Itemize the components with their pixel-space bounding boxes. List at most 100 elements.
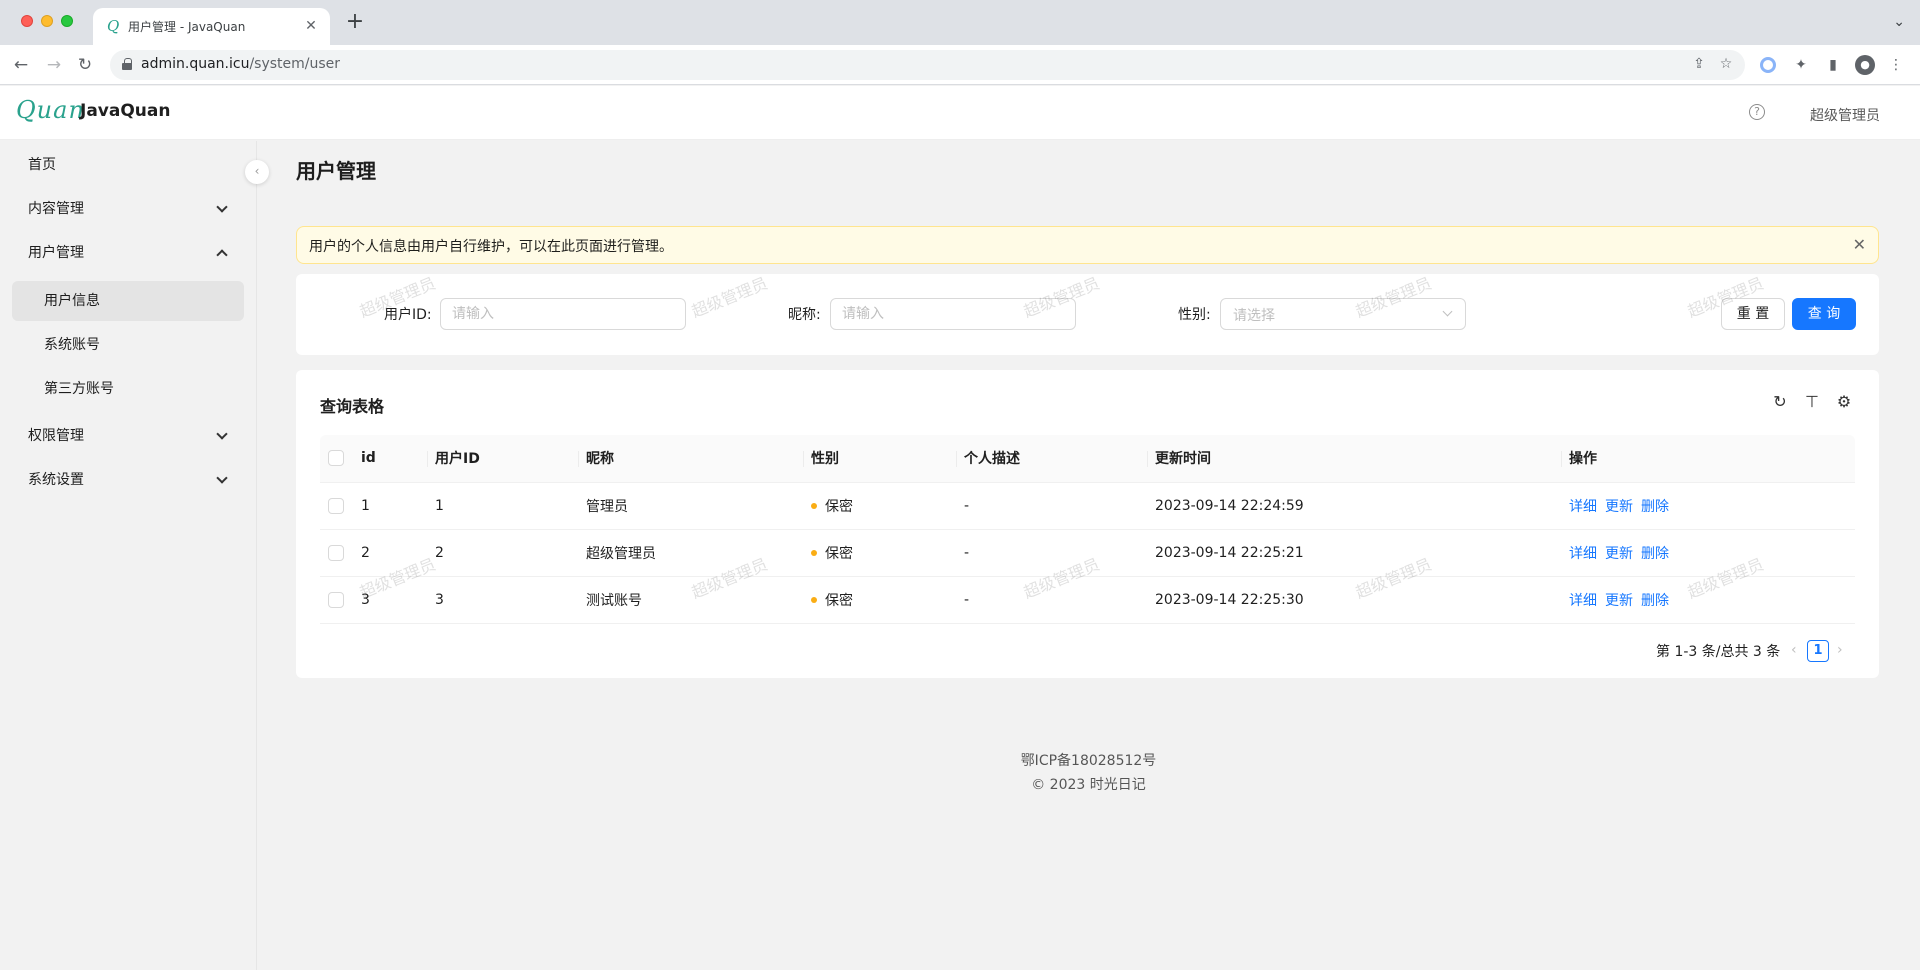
update-link[interactable]: 更新 bbox=[1605, 546, 1633, 562]
sidebar-item-content[interactable]: 内容管理 bbox=[12, 189, 244, 229]
cell-id: 3 bbox=[353, 576, 427, 624]
column-header-updated[interactable]: 更新时间 bbox=[1147, 435, 1561, 483]
reload-icon[interactable]: ↻ bbox=[74, 54, 96, 76]
tab-title: 用户管理 - JavaQuan bbox=[128, 20, 246, 34]
page-number-button[interactable]: 1 bbox=[1807, 640, 1829, 662]
maximize-window-button[interactable] bbox=[61, 15, 73, 27]
cell-gender: 保密 bbox=[803, 529, 956, 577]
detail-link[interactable]: 详细 bbox=[1569, 546, 1597, 562]
column-header-nickname[interactable]: 昵称 bbox=[578, 435, 803, 483]
alert-message: 用户的个人信息由用户自行维护，可以在此页面进行管理。 bbox=[309, 239, 673, 255]
browser-tab[interactable]: Q 用户管理 - JavaQuan ✕ bbox=[93, 8, 330, 45]
row-select-cell bbox=[320, 576, 353, 624]
sidebar-item-permissions[interactable]: 权限管理 bbox=[12, 416, 244, 456]
close-icon[interactable]: ✕ bbox=[1853, 235, 1866, 255]
cell-actions: 详细 更新 删除 bbox=[1561, 576, 1855, 624]
cell-actions: 详细 更新 删除 bbox=[1561, 529, 1855, 577]
profile-icon[interactable]: ● bbox=[1855, 55, 1875, 75]
update-link[interactable]: 更新 bbox=[1605, 593, 1633, 609]
sidebar-item-users[interactable]: 用户管理 bbox=[12, 233, 244, 273]
browser-tabbar: Q 用户管理 - JavaQuan ✕ + ⌄ bbox=[0, 0, 1920, 45]
close-window-button[interactable] bbox=[21, 15, 33, 27]
forward-icon[interactable]: → bbox=[43, 54, 65, 76]
row-checkbox[interactable] bbox=[328, 497, 344, 514]
row-checkbox[interactable] bbox=[328, 544, 344, 561]
sidebar-item-system-accounts[interactable]: 系统账号 bbox=[12, 325, 244, 365]
settings-icon[interactable]: ⚙ bbox=[1834, 392, 1854, 412]
cell-gender: 保密 bbox=[803, 482, 956, 530]
detail-link[interactable]: 详细 bbox=[1569, 593, 1597, 609]
chevron-down-icon bbox=[216, 460, 228, 500]
sidebar-item-home[interactable]: 首页 bbox=[12, 145, 244, 185]
select-all-checkbox[interactable] bbox=[328, 450, 344, 467]
icp-link[interactable]: 鄂ICP备18028512号 bbox=[1021, 753, 1157, 769]
logo[interactable]: Quan bbox=[16, 96, 85, 124]
cell-updated: 2023-09-14 22:25:30 bbox=[1147, 576, 1561, 624]
tab-search-icon[interactable]: ⌄ bbox=[1893, 14, 1905, 30]
column-header-gender[interactable]: 性别 bbox=[803, 435, 956, 483]
favicon-icon: Q bbox=[107, 17, 120, 35]
share-icon[interactable]: ⇪ bbox=[1690, 56, 1708, 72]
sidebar-item-third-party-accounts[interactable]: 第三方账号 bbox=[12, 369, 244, 409]
extension-icon[interactable] bbox=[1760, 57, 1776, 73]
star-icon[interactable]: ☆ bbox=[1717, 56, 1735, 72]
browser-toolbar: ← → ↻ admin.quan.icu/system/user ⇪ ☆ ✦ ▮… bbox=[0, 45, 1920, 85]
status-dot-icon bbox=[811, 502, 817, 509]
delete-link[interactable]: 删除 bbox=[1641, 593, 1669, 609]
column-header-id[interactable]: id bbox=[353, 435, 427, 483]
url-text[interactable]: admin.quan.icu/system/user bbox=[141, 56, 340, 72]
gender-select[interactable]: 请选择 bbox=[1220, 298, 1466, 330]
reload-table-icon[interactable]: ↻ bbox=[1770, 392, 1790, 412]
density-icon[interactable]: ⊤ bbox=[1802, 392, 1822, 412]
footer-icp: 鄂ICP备18028512号 bbox=[0, 750, 1920, 770]
detail-link[interactable]: 详细 bbox=[1569, 499, 1597, 515]
cell-nickname: 测试账号 bbox=[578, 576, 803, 624]
cell-description: - bbox=[956, 576, 1147, 624]
sidebar-item-user-info[interactable]: 用户信息 bbox=[12, 281, 244, 321]
search-form: 用户ID: 昵称: 性别: 请选择 重 置 查 询 bbox=[296, 274, 1879, 355]
app-name[interactable]: JavaQuan bbox=[80, 101, 170, 121]
nickname-input[interactable] bbox=[830, 298, 1076, 330]
update-link[interactable]: 更新 bbox=[1605, 499, 1633, 515]
minimize-window-button[interactable] bbox=[41, 15, 53, 27]
cell-id: 1 bbox=[353, 482, 427, 530]
table-header-row: id 用户ID 昵称 性别 个人描述 更新时间 操作 bbox=[320, 435, 1855, 483]
delete-link[interactable]: 删除 bbox=[1641, 499, 1669, 515]
help-icon[interactable]: ? bbox=[1749, 104, 1765, 120]
cell-nickname: 超级管理员 bbox=[578, 529, 803, 577]
new-tab-button[interactable]: + bbox=[344, 11, 366, 33]
collapse-sidebar-button[interactable]: ‹ bbox=[245, 160, 269, 184]
tab-close-icon[interactable]: ✕ bbox=[302, 17, 320, 35]
user-id-label: 用户ID: bbox=[384, 307, 432, 323]
user-id-input[interactable] bbox=[440, 298, 686, 330]
back-icon[interactable]: ← bbox=[10, 54, 32, 76]
footer-copyright: © 2023 时光日记 bbox=[1031, 777, 1146, 793]
next-page-icon[interactable]: › bbox=[1837, 642, 1843, 658]
sidepanel-icon[interactable]: ▮ bbox=[1823, 55, 1843, 75]
cell-gender: 保密 bbox=[803, 576, 956, 624]
table-row: 2 2 超级管理员 保密 - 2023-09-14 22:25:21 详细 更新删… bbox=[320, 529, 1855, 577]
gender-label: 性别: bbox=[1178, 307, 1211, 323]
reset-button[interactable]: 重 置 bbox=[1721, 298, 1785, 330]
delete-link[interactable]: 删除 bbox=[1641, 546, 1669, 562]
user-menu[interactable]: 超级管理员 bbox=[1810, 105, 1880, 125]
cell-id: 2 bbox=[353, 529, 427, 577]
address-bar[interactable]: admin.quan.icu/system/user ⇪ ☆ bbox=[110, 50, 1745, 80]
cell-user-id: 1 bbox=[427, 482, 578, 530]
column-header-description[interactable]: 个人描述 bbox=[956, 435, 1147, 483]
lock-icon[interactable] bbox=[122, 58, 132, 70]
select-all-cell bbox=[320, 435, 353, 483]
chevron-up-icon bbox=[216, 233, 228, 273]
app-header: Quan JavaQuan ? 超级管理员 bbox=[0, 86, 1920, 140]
prev-page-icon[interactable]: ‹ bbox=[1791, 642, 1797, 658]
sidebar-item-settings[interactable]: 系统设置 bbox=[12, 460, 244, 500]
menu-icon[interactable]: ⋮ bbox=[1886, 55, 1906, 75]
info-alert: 用户的个人信息由用户自行维护，可以在此页面进行管理。 ✕ bbox=[296, 226, 1879, 264]
row-select-cell bbox=[320, 482, 353, 530]
puzzle-icon[interactable]: ✦ bbox=[1791, 55, 1811, 75]
cell-actions: 详细 更新 删除 bbox=[1561, 482, 1855, 530]
cell-user-id: 3 bbox=[427, 576, 578, 624]
row-checkbox[interactable] bbox=[328, 591, 344, 608]
column-header-user-id[interactable]: 用户ID bbox=[427, 435, 578, 483]
query-button[interactable]: 查 询 bbox=[1792, 298, 1856, 330]
